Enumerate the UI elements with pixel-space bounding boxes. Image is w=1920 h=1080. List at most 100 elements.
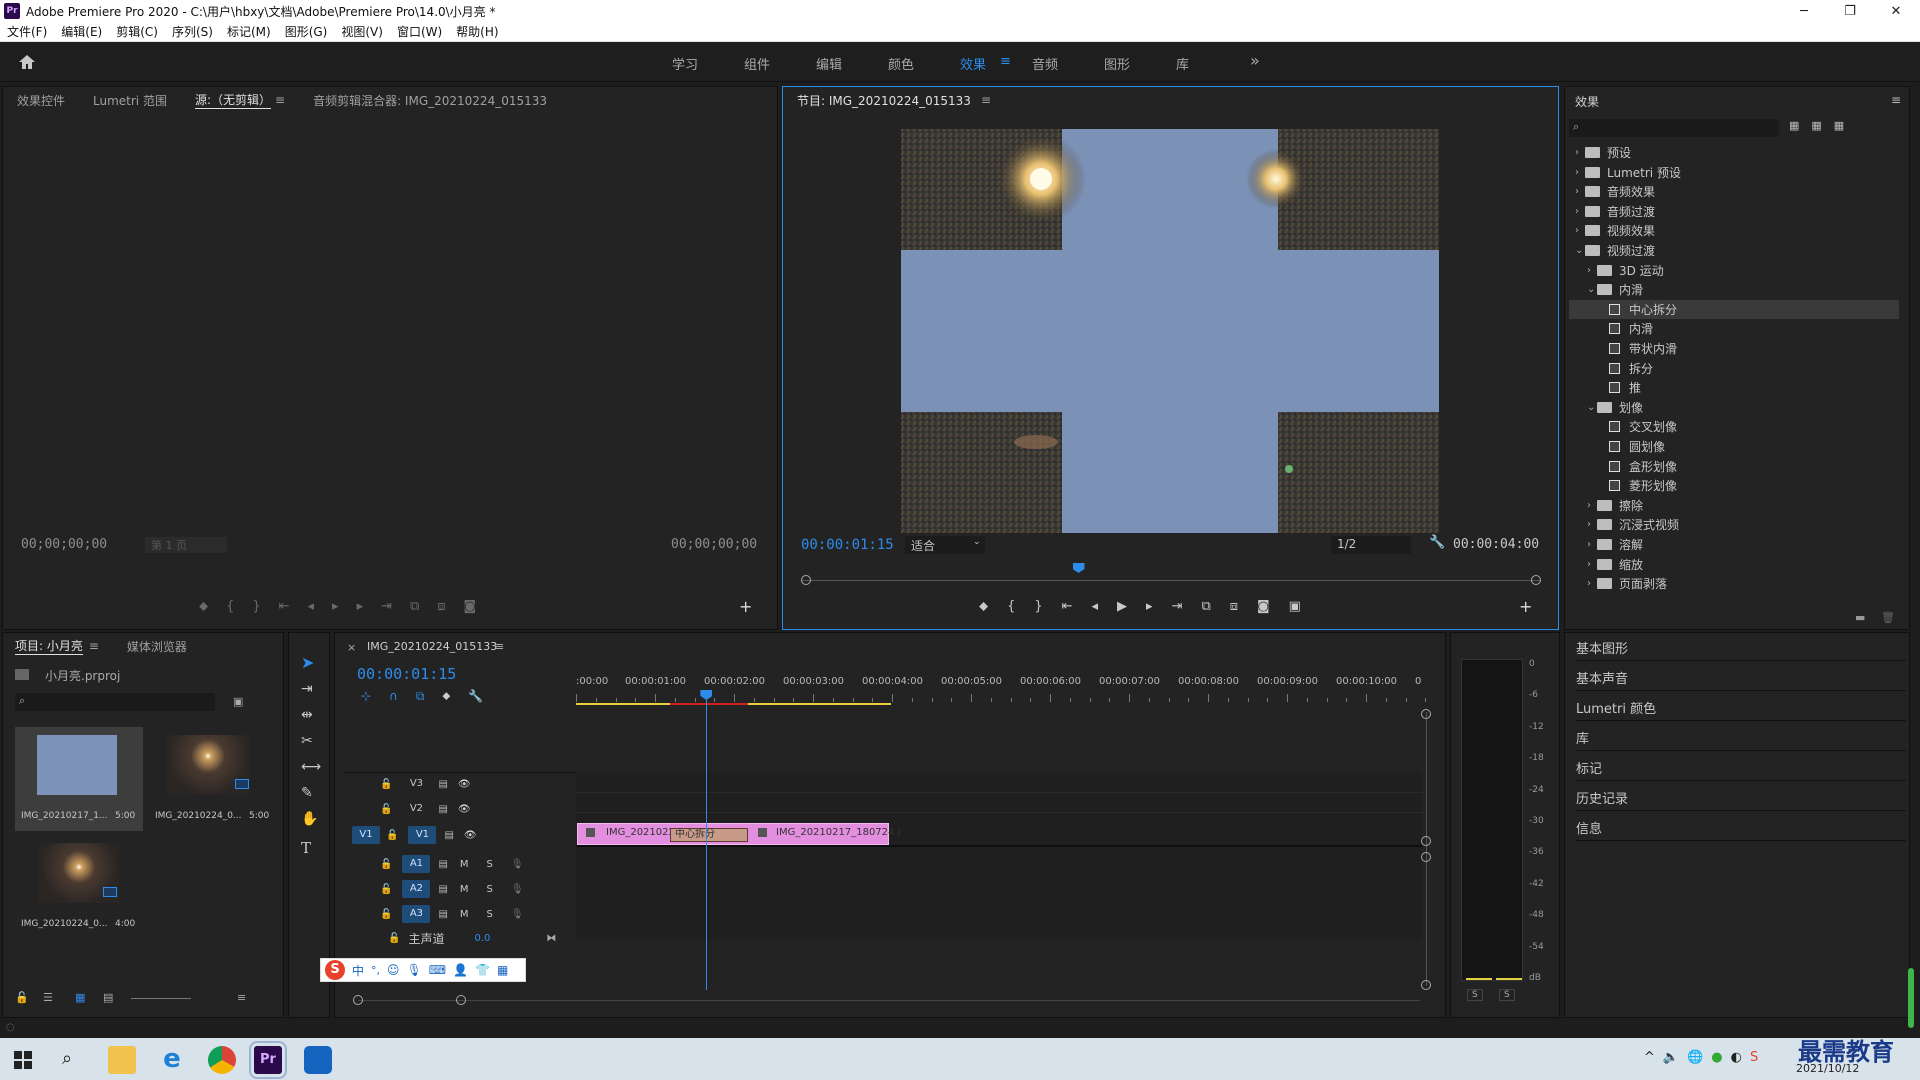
sync-lock-icon[interactable]: ▤	[438, 859, 447, 870]
ime-skin-icon[interactable]: 👕	[475, 963, 490, 977]
workspace-tab-color[interactable]: 颜色	[888, 54, 914, 73]
source-transport-controls[interactable]: ⬥{}⇤◂▸▸⇥⧉⧈◙	[199, 599, 494, 614]
track-a2[interactable]: 🔓 A2 ▤ M S 🎙	[380, 879, 524, 899]
effects-folder[interactable]: ⌄ 划像	[1569, 398, 1899, 417]
menu-edit[interactable]: 编辑(E)	[61, 23, 102, 40]
effect-item[interactable]: 交叉划像	[1569, 417, 1899, 436]
chrome-icon[interactable]	[208, 1046, 236, 1074]
edge-browser-icon[interactable]: e	[158, 1046, 186, 1074]
track-label-v1[interactable]: V1	[408, 826, 437, 844]
chevron-right-icon[interactable]: ›	[1587, 500, 1597, 511]
freeform-view-icon[interactable]: ▤	[103, 991, 113, 1004]
ime-chinese-icon[interactable]: 中	[352, 962, 364, 979]
zoom-handle[interactable]	[1421, 980, 1431, 990]
effects-folder[interactable]: › 预设	[1569, 143, 1899, 162]
track-a1[interactable]: 🔓 A1 ▤ M S 🎙	[380, 854, 524, 874]
fit-chevron-icon[interactable]: ⌄	[973, 537, 981, 547]
premiere-taskbar-icon[interactable]: Pr	[249, 1041, 287, 1079]
effects-folder[interactable]: › 溶解	[1569, 535, 1899, 554]
ripple-edit-tool-icon[interactable]: ⇹	[301, 707, 313, 723]
menu-window[interactable]: 窗口(W)	[397, 23, 442, 40]
new-bin-icon[interactable]: ▣	[233, 695, 243, 708]
track-label-a1[interactable]: A1	[402, 855, 431, 873]
effects-folder[interactable]: › 音频效果	[1569, 182, 1899, 201]
timeline-timecode[interactable]: 00:00:01:15	[357, 665, 456, 683]
transition-center-split[interactable]: 中心拆分	[670, 828, 748, 842]
lock-icon[interactable]: 🔓	[380, 779, 392, 790]
chevron-right-icon[interactable]: ›	[1575, 225, 1585, 236]
project-search-input[interactable]: ⌕	[15, 693, 215, 711]
resize-handle[interactable]	[1908, 968, 1914, 1028]
lock-icon[interactable]: 🔓	[15, 991, 29, 1004]
tab-lumetri-scopes[interactable]: Lumetri 范围	[93, 92, 167, 109]
effects-search-input[interactable]: ⌕	[1569, 119, 1779, 137]
panel-markers[interactable]: 标记	[1576, 752, 1906, 781]
chevron-right-icon[interactable]: ›	[1587, 559, 1597, 570]
system-tray-icons[interactable]: ^🔈🌐●◐S	[1644, 1050, 1766, 1065]
zoom-slider[interactable]	[131, 998, 191, 999]
program-video-frame[interactable]	[901, 129, 1439, 533]
effects-folder[interactable]: › 缩放	[1569, 555, 1899, 574]
workspace-menu-icon[interactable]: ≡	[1000, 54, 1011, 69]
panel-essential-sound[interactable]: 基本声音	[1576, 662, 1906, 691]
panel-info[interactable]: 信息	[1576, 812, 1906, 841]
tab-effect-controls[interactable]: 效果控件	[17, 92, 65, 109]
ime-punct-icon[interactable]: °,	[371, 964, 380, 977]
master-volume[interactable]: 0.0	[474, 933, 490, 944]
effects-filter-icons[interactable]: ▦▦▦	[1789, 119, 1856, 132]
program-menu-icon[interactable]: ≡	[981, 93, 991, 107]
effects-folder[interactable]: ⌄ 视频过渡	[1569, 241, 1899, 260]
solo-button[interactable]: S	[487, 909, 493, 920]
vertical-zoom-bar[interactable]	[1426, 712, 1427, 986]
track-area[interactable]	[576, 772, 1422, 940]
mute-button[interactable]: M	[460, 884, 469, 895]
list-view-icon[interactable]: ☰	[43, 991, 53, 1004]
mic-icon[interactable]: 🎙	[511, 909, 524, 920]
panel-history[interactable]: 历史记录	[1576, 782, 1906, 811]
resolution-dropdown[interactable]: 1/2	[1331, 536, 1411, 554]
program-playhead[interactable]	[1072, 563, 1085, 573]
solo-left-button[interactable]: S	[1467, 989, 1483, 1001]
effect-item[interactable]: 内滑	[1569, 319, 1899, 338]
close-button[interactable]: ✕	[1874, 0, 1918, 22]
source-page-dropdown[interactable]: 第 1 页	[145, 537, 227, 553]
program-add-button[interactable]: +	[1519, 597, 1532, 616]
master-end-icon[interactable]: ⧓	[546, 933, 556, 944]
program-timecode[interactable]: 00:00:01:15	[801, 537, 894, 553]
workspace-tab-assembly[interactable]: 组件	[744, 54, 770, 73]
mute-button[interactable]: M	[460, 909, 469, 920]
chevron-right-icon[interactable]: ›	[1587, 265, 1597, 276]
windows-start-icon[interactable]	[14, 1051, 32, 1069]
effects-folder[interactable]: › 音频过渡	[1569, 202, 1899, 221]
program-scrub-bar[interactable]	[801, 563, 1541, 593]
program-monitor-title[interactable]: 节目: IMG_20210224_015133	[797, 92, 971, 109]
razor-tool-icon[interactable]: ✂	[301, 733, 313, 749]
lock-icon[interactable]: 🔓	[380, 884, 392, 895]
sync-lock-icon[interactable]: ▤	[444, 830, 453, 841]
wrench-icon[interactable]: 🔧	[1429, 535, 1445, 550]
panel-libraries[interactable]: 库	[1576, 722, 1906, 751]
sync-lock-icon[interactable]: ▤	[438, 779, 447, 790]
track-a3[interactable]: 🔓 A3 ▤ M S 🎙	[380, 904, 524, 924]
scroll-handle-right[interactable]	[456, 995, 466, 1005]
chevron-right-icon[interactable]: ›	[1587, 519, 1597, 530]
timeline-tool-icons[interactable]: ⊹∩⧉⬥🔧	[361, 689, 501, 704]
project-item[interactable]: IMG_20210224_0... 5:00	[149, 727, 277, 831]
chevron-right-icon[interactable]: ›	[1587, 539, 1597, 550]
pen-tool-icon[interactable]: ✎	[301, 785, 313, 801]
tab-media-browser[interactable]: 媒体浏览器	[127, 638, 187, 655]
sequence-tab[interactable]: IMG_20210224_015133	[367, 640, 497, 653]
workspace-tab-libraries[interactable]: 库	[1176, 54, 1189, 73]
tab-audio-clip-mixer[interactable]: 音频剪辑混合器: IMG_20210224_015133	[313, 92, 547, 109]
timeline-menu-icon[interactable]: ≡	[495, 640, 504, 653]
workspace-tab-graphics[interactable]: 图形	[1104, 54, 1130, 73]
workspace-tab-editing[interactable]: 编辑	[816, 54, 842, 73]
eye-icon[interactable]: 👁	[458, 804, 471, 815]
menu-view[interactable]: 视图(V)	[341, 23, 383, 40]
source-patch-v1[interactable]: V1	[352, 826, 380, 844]
panel-essential-graphics[interactable]: 基本图形	[1576, 632, 1906, 661]
solo-button[interactable]: S	[487, 859, 493, 870]
solo-right-button[interactable]: S	[1499, 989, 1515, 1001]
lock-icon[interactable]: 🔓	[380, 804, 392, 815]
effect-item[interactable]: 菱形划像	[1569, 476, 1899, 495]
